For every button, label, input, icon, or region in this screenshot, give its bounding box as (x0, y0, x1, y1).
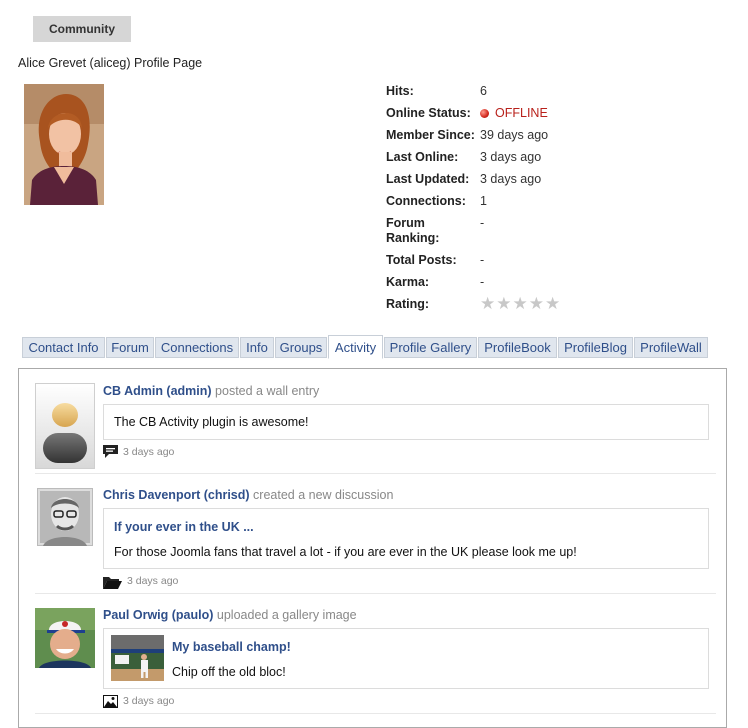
activity-action: uploaded a gallery image (216, 608, 357, 622)
star-icon[interactable]: ★ (496, 295, 511, 312)
profile-avatar (24, 84, 104, 205)
activity-time: 3 days ago (123, 446, 175, 458)
status-text: OFFLINE (495, 106, 548, 120)
stat-label: Karma: (386, 275, 430, 289)
stat-label: Connections: (386, 194, 466, 208)
activity-item: Paul Orwig (paulo) uploaded a gallery im… (19, 593, 726, 713)
tab-connections[interactable]: Connections (155, 337, 239, 358)
comment-icon (103, 445, 118, 458)
stat-label: Member Since: (386, 128, 475, 142)
activity-item: CB Admin (admin) posted a wall entry The… (19, 369, 726, 473)
avatar[interactable] (35, 608, 95, 668)
activity-time: 3 days ago (123, 695, 175, 707)
activity-card: The CB Activity plugin is awesome! (103, 404, 709, 440)
stat-value: 3 days ago (480, 172, 542, 186)
stat-label: Hits: (386, 84, 414, 98)
tab-profile-gallery[interactable]: Profile Gallery (384, 337, 477, 358)
gallery-title-link[interactable]: My baseball champ! (172, 640, 291, 654)
rating-stars[interactable]: ★ ★ ★ ★ ★ (480, 295, 560, 313)
activity-body: Chip off the old bloc! (172, 665, 286, 679)
stat-label: Last Updated: (386, 172, 470, 186)
image-icon (103, 695, 118, 708)
activity-user-link[interactable]: Paul Orwig (paulo) (103, 608, 213, 622)
activity-body: For those Joomla fans that travel a lot … (114, 545, 577, 559)
tab-profilewall[interactable]: ProfileWall (634, 337, 708, 358)
stat-label: Online Status: (386, 106, 471, 120)
activity-item: Chris Davenport (chrisd) created a new d… (19, 473, 726, 593)
activity-header: Paul Orwig (paulo) uploaded a gallery im… (103, 608, 357, 622)
tab-forum[interactable]: Forum (106, 337, 154, 358)
star-icon[interactable]: ★ (513, 295, 528, 312)
stat-value: - (480, 216, 485, 230)
activity-card: If your ever in the UK ... For those Joo… (103, 508, 709, 569)
activity-body: The CB Activity plugin is awesome! (114, 415, 309, 429)
avatar[interactable] (35, 383, 95, 469)
activity-action: created a new discussion (253, 488, 394, 502)
activity-time: 3 days ago (127, 575, 179, 587)
stat-value: 3 days ago (480, 150, 542, 164)
divider (35, 713, 716, 714)
stat-label: Forum Ranking: (386, 216, 440, 245)
activity-user-link[interactable]: Chris Davenport (chrisd) (103, 488, 250, 502)
tab-info[interactable]: Info (240, 337, 274, 358)
stat-value: 6 (480, 84, 487, 98)
star-icon[interactable]: ★ (529, 295, 544, 312)
gallery-thumbnail[interactable] (111, 635, 164, 681)
stat-value: 1 (480, 194, 487, 208)
tab-profileblog[interactable]: ProfileBlog (558, 337, 633, 358)
stat-label: Total Posts: (386, 253, 457, 267)
offline-status-icon (480, 109, 489, 118)
folder-icon (103, 577, 122, 589)
stat-value: - (480, 275, 485, 289)
avatar[interactable] (37, 488, 93, 546)
activity-user-link[interactable]: CB Admin (admin) (103, 384, 212, 398)
stat-value: OFFLINE (480, 106, 548, 121)
tab-activity[interactable]: Activity (328, 335, 383, 359)
community-button[interactable]: Community (33, 16, 131, 42)
star-icon[interactable]: ★ (545, 295, 560, 312)
star-icon[interactable]: ★ (480, 295, 495, 312)
page-title: Alice Grevet (aliceg) Profile Page (18, 56, 203, 70)
tab-contact-info[interactable]: Contact Info (22, 337, 105, 358)
activity-action: posted a wall entry (215, 384, 320, 398)
stat-label: Last Online: (386, 150, 459, 164)
activity-header: Chris Davenport (chrisd) created a new d… (103, 488, 393, 502)
activity-card: My baseball champ! Chip off the old bloc… (103, 628, 709, 689)
tab-profilebook[interactable]: ProfileBook (478, 337, 557, 358)
stat-value: 39 days ago (480, 128, 549, 142)
activity-header: CB Admin (admin) posted a wall entry (103, 384, 319, 398)
stat-value: - (480, 253, 485, 267)
stat-label: Rating: (386, 297, 430, 311)
discussion-title-link[interactable]: If your ever in the UK ... (114, 520, 254, 534)
tab-groups[interactable]: Groups (275, 337, 327, 358)
activity-panel: CB Admin (admin) posted a wall entry The… (18, 368, 727, 728)
